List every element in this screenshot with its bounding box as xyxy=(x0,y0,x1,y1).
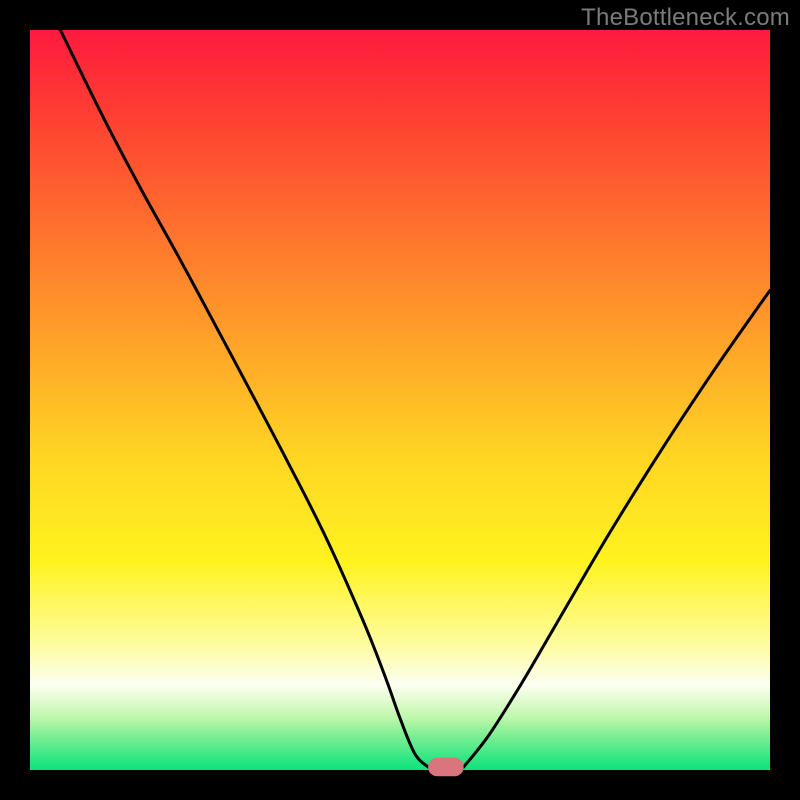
chart-frame: { "watermark": "TheBottleneck.com", "plo… xyxy=(0,0,800,800)
bottleneck-chart xyxy=(0,0,800,800)
plot-background xyxy=(30,30,770,770)
neck-marker xyxy=(428,758,464,777)
